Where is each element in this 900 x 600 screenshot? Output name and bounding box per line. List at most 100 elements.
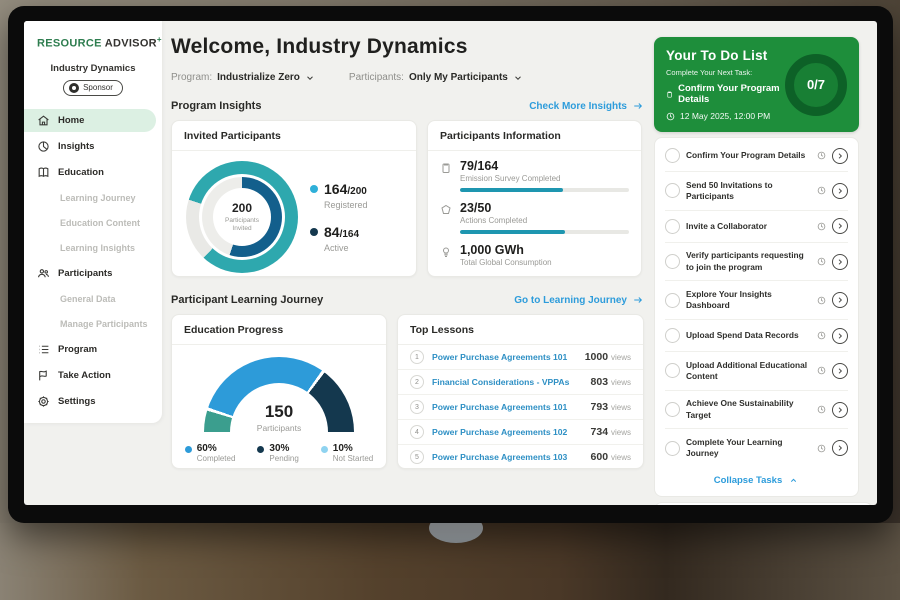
clock-icon — [817, 366, 826, 375]
sponsor-badge: Sponsor — [63, 80, 123, 96]
sidebar-item-label: Education Content — [60, 218, 140, 228]
registered-label: Registered — [324, 200, 368, 210]
donut-center: 200 Participants Invited — [213, 188, 271, 246]
actions-completed-value: 23/50 — [460, 201, 629, 215]
logo-text-secondary: ADVISOR — [105, 38, 157, 50]
todo-progress-value: 0/7 — [807, 77, 825, 92]
sidebar-item-learning-journey[interactable]: Learning Journey — [30, 188, 156, 208]
sidebar-item-program[interactable]: Program — [24, 338, 156, 361]
collapse-tasks-label: Collapse Tasks — [714, 475, 782, 486]
task-open-button[interactable] — [832, 292, 848, 308]
task-open-button[interactable] — [832, 363, 848, 379]
logo-plus: + — [157, 35, 162, 44]
registered-value: 164 — [324, 181, 347, 197]
lesson-row[interactable]: 1 Power Purchase Agreements 101 1000 vie… — [398, 345, 643, 370]
lesson-link[interactable]: Power Purchase Agreements 101 — [432, 402, 583, 412]
task-checkbox[interactable] — [665, 441, 680, 456]
lesson-row[interactable]: 2 Financial Considerations - VPPAs 803 v… — [398, 370, 643, 395]
program-filter[interactable]: Program: Industrialize Zero — [171, 72, 315, 83]
gauge-label: Participants — [204, 423, 354, 433]
task-row: Upload Spend Data Records — [665, 320, 848, 352]
participants-information-card: Participants Information 79/164 Emission… — [427, 120, 642, 277]
task-open-button[interactable] — [832, 254, 848, 270]
sidebar-item-label: Take Action — [58, 370, 111, 381]
sidebar-item-participants[interactable]: Participants — [24, 262, 156, 285]
sidebar-item-education-content[interactable]: Education Content — [30, 213, 156, 233]
task-checkbox[interactable] — [665, 254, 680, 269]
task-open-button[interactable] — [832, 328, 848, 344]
views-word: views — [611, 453, 631, 462]
task-open-button[interactable] — [832, 218, 848, 234]
actions-completed-label: Actions Completed — [460, 216, 629, 225]
insights-cards-row: Invited Participants 200 Participants In… — [171, 120, 644, 277]
task-label: Explore Your Insights Dashboard — [686, 289, 811, 312]
todo-panel: Your To Do List Complete Your Next Task:… — [654, 37, 859, 505]
recent-news-title: Recent News — [655, 503, 872, 505]
lesson-link[interactable]: Power Purchase Agreements 101 — [432, 352, 577, 362]
learning-journey-title: Participant Learning Journey — [171, 294, 323, 306]
task-checkbox[interactable] — [665, 363, 680, 378]
lesson-link[interactable]: Power Purchase Agreements 103 — [432, 452, 583, 462]
lesson-link[interactable]: Financial Considerations - VPPAs — [432, 377, 583, 387]
sidebar-item-education[interactable]: Education — [24, 161, 156, 184]
gauge-arc-wrap: 150 Participants — [204, 357, 354, 433]
invited-donut-chart: 200 Participants Invited 164/200 Registe — [172, 151, 416, 273]
education-progress-title: Education Progress — [172, 315, 386, 345]
participants-filter[interactable]: Participants: Only My Participants — [349, 72, 523, 83]
lesson-link[interactable]: Power Purchase Agreements 102 — [432, 427, 583, 437]
task-open-button[interactable] — [832, 440, 848, 456]
sidebar-item-manage-participants[interactable]: Manage Participants — [30, 314, 156, 334]
clock-icon — [817, 151, 826, 160]
chevron-right-icon — [836, 187, 844, 195]
lesson-views: 600 — [591, 451, 609, 463]
task-row: Confirm Your Program Details — [665, 140, 848, 172]
lesson-row[interactable]: 5 Power Purchase Agreements 103 600 view… — [398, 445, 643, 469]
sidebar-item-label: Settings — [58, 396, 95, 407]
lesson-rank: 2 — [410, 375, 424, 389]
donut-gap: 200 Participants Invited — [199, 174, 285, 260]
task-checkbox[interactable] — [665, 402, 680, 417]
sidebar-item-label: Participants — [58, 268, 112, 279]
collapse-tasks-button[interactable]: Collapse Tasks — [665, 467, 848, 490]
sidebar-item-general-data[interactable]: General Data — [30, 289, 156, 309]
todo-next-task-label: Confirm Your Program Details — [678, 83, 785, 105]
book-icon — [37, 166, 50, 179]
registered-total: /200 — [347, 186, 366, 197]
emission-survey-value: 79/164 — [460, 159, 629, 173]
sidebar-item-learning-insights[interactable]: Learning Insights — [30, 238, 156, 258]
task-checkbox[interactable] — [665, 148, 680, 163]
task-checkbox[interactable] — [665, 219, 680, 234]
views-word: views — [611, 353, 631, 362]
task-open-button[interactable] — [832, 148, 848, 164]
go-to-learning-journey-link[interactable]: Go to Learning Journey — [514, 295, 644, 306]
not-started-pct: 10% — [333, 443, 373, 454]
active-value: 84 — [324, 224, 340, 240]
sidebar-item-label: Insights — [58, 141, 94, 152]
views-word: views — [611, 403, 631, 412]
top-lessons-title: Top Lessons — [398, 315, 643, 345]
task-open-button[interactable] — [832, 402, 848, 418]
sidebar-item-home[interactable]: Home — [24, 109, 156, 132]
clock-icon — [817, 444, 826, 453]
program-insights-header: Program Insights Check More Insights — [171, 100, 644, 112]
lesson-row[interactable]: 4 Power Purchase Agreements 102 734 view… — [398, 420, 643, 445]
task-row: Achieve One Sustainability Target — [665, 391, 848, 430]
sidebar-item-insights[interactable]: Insights — [24, 135, 156, 158]
stat-actions-completed: 23/50 Actions Completed — [440, 201, 629, 234]
sidebar-item-take-action[interactable]: Take Action — [24, 364, 156, 387]
participants-filter-label: Participants: — [349, 72, 404, 83]
task-checkbox[interactable] — [665, 293, 680, 308]
invited-count: 200 — [232, 201, 252, 215]
lesson-views: 793 — [591, 401, 609, 413]
invited-count-label: Participants Invited — [219, 217, 265, 233]
task-checkbox[interactable] — [665, 183, 680, 198]
task-open-button[interactable] — [832, 183, 848, 199]
sidebar-item-settings[interactable]: Settings — [24, 390, 156, 413]
task-checkbox[interactable] — [665, 328, 680, 343]
todo-subtitle: Complete Your Next Task: — [666, 68, 785, 77]
task-row: Upload Additional Educational Content — [665, 352, 848, 391]
global-consumption-label: Total Global Consumption — [460, 258, 629, 267]
sidebar-item-label: General Data — [60, 294, 116, 304]
lesson-row[interactable]: 3 Power Purchase Agreements 101 793 view… — [398, 395, 643, 420]
check-more-insights-link[interactable]: Check More Insights — [529, 101, 644, 112]
